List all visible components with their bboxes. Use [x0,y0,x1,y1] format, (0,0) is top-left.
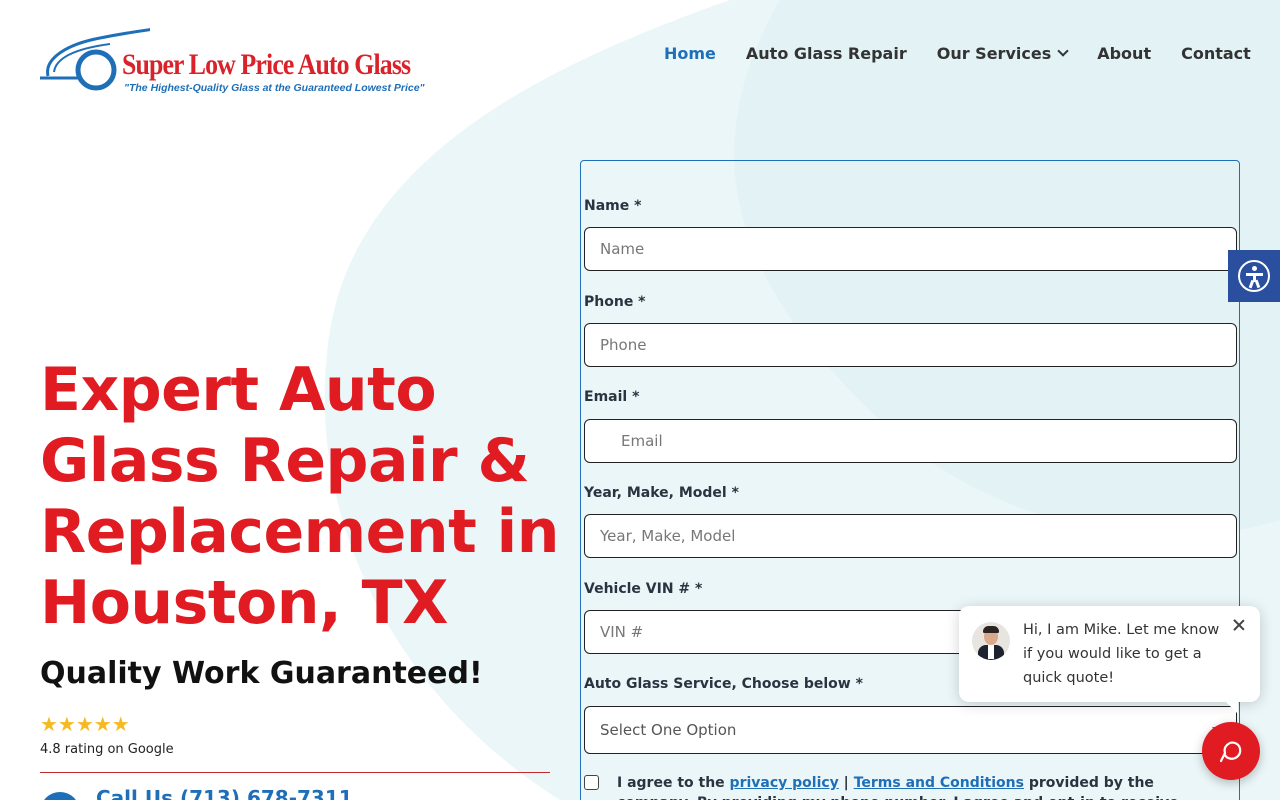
nav-contact-label: Contact [1181,44,1251,63]
agree-checkbox[interactable] [584,775,599,790]
nav-our-services[interactable]: Our Services [936,44,1069,63]
agree-separator: | [838,775,854,791]
hero-title: Expert Auto Glass Repair & Replacement i… [40,355,559,638]
agree-row: I agree to the privacy policy | Terms an… [584,773,1184,800]
site-logo[interactable]: Super Low Price Auto Glass "The Highest-… [40,14,425,100]
chevron-down-icon [1057,45,1069,57]
phone-icon [40,792,80,800]
nav-contact[interactable]: Contact [1181,44,1251,63]
name-input[interactable] [584,227,1237,271]
rating-stars-icon: ★★★★★ [40,714,130,736]
accessibility-icon [1238,260,1270,292]
chat-popup[interactable]: Hi, I am Mike. Let me know if you would … [959,606,1260,714]
chat-message: Hi, I am Mike. Let me know if you would … [1023,622,1220,686]
phone-label: Phone * [584,294,646,310]
email-field-wrapper [584,419,1237,463]
privacy-policy-link[interactable]: privacy policy [730,775,839,791]
nav-about[interactable]: About [1097,44,1151,63]
agree-text: I agree to the privacy policy | Terms an… [617,773,1184,800]
quote-form: Name * Phone * Email * Year, Make, Model… [580,160,1240,800]
google-rating-text: 4.8 rating on Google [40,742,174,757]
nav-auto-glass-repair-label: Auto Glass Repair [745,44,907,63]
service-selected-value: Select One Option [600,721,737,739]
agree-prefix: I agree to the [617,775,730,791]
logo-tagline: "The Highest-Quality Glass at the Guaran… [124,82,425,94]
name-label: Name * [584,198,642,214]
logo-title: Super Low Price Auto Glass [122,48,411,81]
chat-icon [1219,741,1242,763]
hero-subtitle: Quality Work Guaranteed! [40,656,483,691]
nav-about-label: About [1097,44,1152,63]
close-icon[interactable] [1232,618,1246,632]
main-navigation: Home Auto Glass Repair Our Services Abou… [664,44,1251,63]
chat-launcher-button[interactable] [1202,722,1260,780]
vehicle-input[interactable] [584,514,1237,558]
terms-link[interactable]: Terms and Conditions [854,775,1024,791]
email-label: Email * [584,389,640,405]
service-label: Auto Glass Service, Choose below * [584,676,863,692]
call-phone-link[interactable]: Call Us (713) 678-7311 [96,786,353,800]
vehicle-label: Year, Make, Model * [584,485,739,501]
agent-avatar [972,622,1010,660]
hero-divider [40,772,550,773]
nav-our-services-label: Our Services [936,44,1052,63]
service-select[interactable]: Select One Option [584,706,1237,754]
email-input[interactable] [584,419,1237,463]
accessibility-toolbar-button[interactable] [1228,250,1280,302]
nav-auto-glass-repair[interactable]: Auto Glass Repair [746,44,907,63]
nav-home[interactable]: Home [664,44,716,63]
vin-label: Vehicle VIN # * [584,581,703,597]
nav-home-label: Home [664,44,716,63]
phone-input[interactable] [584,323,1237,367]
